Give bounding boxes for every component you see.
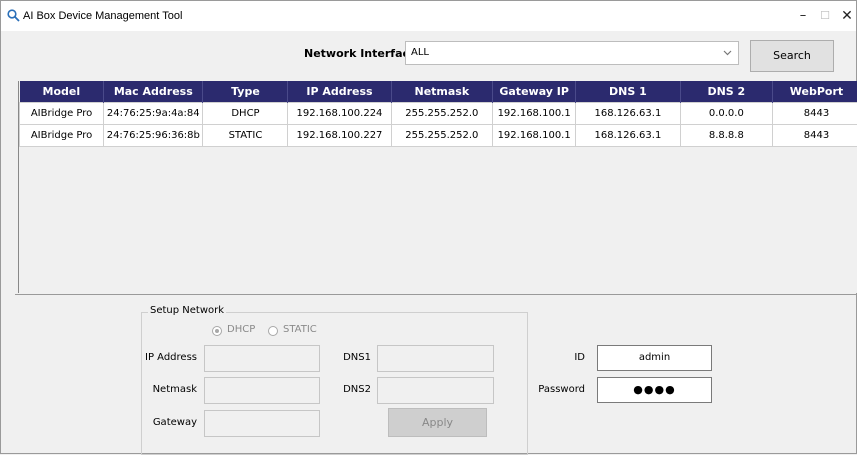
column-header[interactable]: Netmask — [391, 81, 493, 103]
table-cell: 0.0.0.0 — [680, 103, 772, 125]
table-cell: 255.255.252.0 — [391, 125, 493, 147]
table-cell: AIBridge Pro — [20, 103, 104, 125]
column-header[interactable]: Model — [20, 81, 104, 103]
netmask-label: Netmask — [141, 384, 197, 395]
dns1-field[interactable] — [377, 345, 494, 372]
table-cell: 192.168.100.1 — [493, 103, 576, 125]
network-interface-select[interactable]: ALL — [405, 41, 739, 65]
magnifier-icon — [7, 9, 20, 22]
dhcp-radio-label[interactable]: DHCP — [227, 324, 255, 335]
maximize-button[interactable]: ☐ — [813, 5, 837, 27]
column-header[interactable]: WebPort — [772, 81, 857, 103]
ip-address-label: IP Address — [141, 352, 197, 363]
table-row[interactable]: AIBridge Pro 24:76:25:96:36:8b STATIC 19… — [20, 125, 857, 147]
column-header[interactable]: Mac Address — [104, 81, 203, 103]
netmask-field[interactable] — [204, 377, 320, 404]
dns2-field[interactable] — [377, 377, 494, 404]
section-divider — [15, 294, 857, 295]
title-bar: AI Box Device Management Tool – ☐ ✕ — [1, 1, 856, 31]
table-cell: 168.126.63.1 — [576, 125, 681, 147]
gateway-field[interactable] — [204, 410, 320, 437]
table-cell: 8443 — [772, 103, 857, 125]
table-cell: 8.8.8.8 — [680, 125, 772, 147]
table-cell: AIBridge Pro — [20, 125, 104, 147]
id-input[interactable]: admin — [597, 345, 712, 371]
chevron-down-icon[interactable] — [723, 44, 732, 65]
password-label: Password — [536, 384, 585, 395]
window-title: AI Box Device Management Tool — [23, 10, 182, 22]
gateway-label: Gateway — [141, 417, 197, 428]
static-radio[interactable] — [268, 326, 278, 336]
table-cell: 192.168.100.1 — [493, 125, 576, 147]
minimize-button[interactable]: – — [791, 5, 815, 27]
column-header[interactable]: DNS 2 — [680, 81, 772, 103]
dns2-label: DNS2 — [336, 384, 371, 395]
search-button[interactable]: Search — [750, 40, 834, 72]
table-row[interactable]: AIBridge Pro 24:76:25:9a:4a:84 DHCP 192.… — [20, 103, 857, 125]
table-cell: 168.126.63.1 — [576, 103, 681, 125]
table-cell: 192.168.100.224 — [288, 103, 391, 125]
table-cell: 255.255.252.0 — [391, 103, 493, 125]
table-cell: 8443 — [772, 125, 857, 147]
device-table: Model Mac Address Type IP Address Netmas… — [18, 81, 857, 293]
app-window: AI Box Device Management Tool – ☐ ✕ Netw… — [0, 0, 857, 454]
column-header[interactable]: DNS 1 — [576, 81, 681, 103]
setup-network-legend: Setup Network — [148, 305, 226, 316]
column-header[interactable]: Gateway IP — [493, 81, 576, 103]
network-interface-value: ALL — [411, 47, 429, 58]
table-cell: 192.168.100.227 — [288, 125, 391, 147]
close-button[interactable]: ✕ — [835, 5, 857, 27]
ip-address-field[interactable] — [204, 345, 320, 372]
id-label: ID — [541, 352, 585, 363]
password-input[interactable]: ●●●● — [597, 377, 712, 403]
table-cell: STATIC — [203, 125, 288, 147]
dhcp-radio[interactable] — [212, 326, 222, 336]
table-cell: 24:76:25:9a:4a:84 — [104, 103, 203, 125]
table-cell: 24:76:25:96:36:8b — [104, 125, 203, 147]
table-cell: DHCP — [203, 103, 288, 125]
column-header[interactable]: IP Address — [288, 81, 391, 103]
apply-button[interactable]: Apply — [388, 408, 487, 437]
table-header-row: Model Mac Address Type IP Address Netmas… — [20, 81, 857, 103]
static-radio-label[interactable]: STATIC — [283, 324, 317, 335]
column-header[interactable]: Type — [203, 81, 288, 103]
dns1-label: DNS1 — [336, 352, 371, 363]
